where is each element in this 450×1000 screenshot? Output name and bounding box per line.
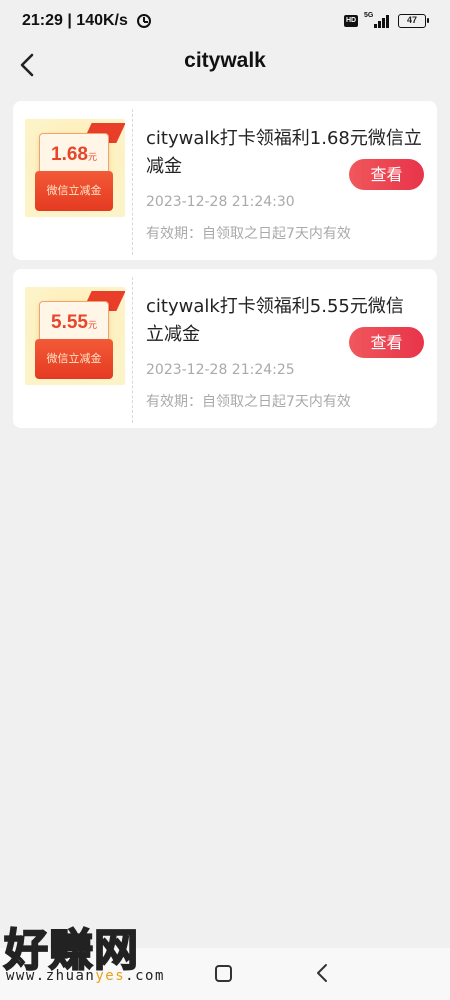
view-button[interactable]: 查看 — [349, 159, 424, 190]
home-icon[interactable] — [215, 965, 232, 982]
coupon-card[interactable]: 5.55元 微信立减金 citywalk打卡领福利5.55元微信 立减金 查看 … — [13, 269, 437, 428]
coupon-envelope: 微信立减金 — [31, 161, 117, 211]
nav-bar: citywalk — [0, 44, 450, 90]
watermark: 好赚网 www.zhuanyes.com — [3, 914, 190, 988]
alarm-clock-icon — [137, 14, 151, 28]
page-title: citywalk — [184, 49, 266, 72]
coupon-thumbnail: 5.55元 微信立减金 — [25, 287, 125, 385]
nav-back-icon[interactable] — [312, 962, 334, 984]
coupon-amount: 1.68元 — [51, 144, 97, 165]
coupon-time: 2023-12-28 21:24:30 — [146, 194, 295, 210]
coupon-time: 2023-12-28 21:24:25 — [146, 362, 295, 378]
battery-icon: 47 — [398, 14, 429, 28]
view-button[interactable]: 查看 — [349, 327, 424, 358]
network-type: 5G — [364, 12, 374, 19]
status-indicators: HD 5G 47 — [344, 12, 429, 28]
coupon-thumbnail: 1.68元 微信立减金 — [25, 119, 125, 217]
coupon-list: 1.68元 微信立减金 citywalk打卡领福利1.68元微信立 减金 查看 … — [13, 101, 437, 437]
hd-icon: HD — [344, 15, 358, 27]
coupon-envelope: 微信立减金 — [31, 329, 117, 379]
dashed-divider — [132, 109, 133, 255]
status-bar: 21:29 | 140K/s HD 5G 47 — [0, 0, 450, 44]
coupon-amount: 5.55元 — [51, 312, 97, 333]
coupon-validity: 有效期：自领取之日起7天内有效 — [146, 226, 351, 242]
coupon-label: 微信立减金 — [46, 184, 102, 197]
signal-icon: 5G — [364, 12, 392, 28]
coupon-card[interactable]: 1.68元 微信立减金 citywalk打卡领福利1.68元微信立 减金 查看 … — [13, 101, 437, 260]
status-time: 21:29 | 140K/s — [22, 12, 128, 29]
coupon-validity: 有效期：自领取之日起7天内有效 — [146, 394, 351, 410]
coupon-label: 微信立减金 — [46, 352, 102, 365]
dashed-divider — [132, 277, 133, 423]
watermark-url: www.zhuanyes.com — [6, 968, 165, 984]
